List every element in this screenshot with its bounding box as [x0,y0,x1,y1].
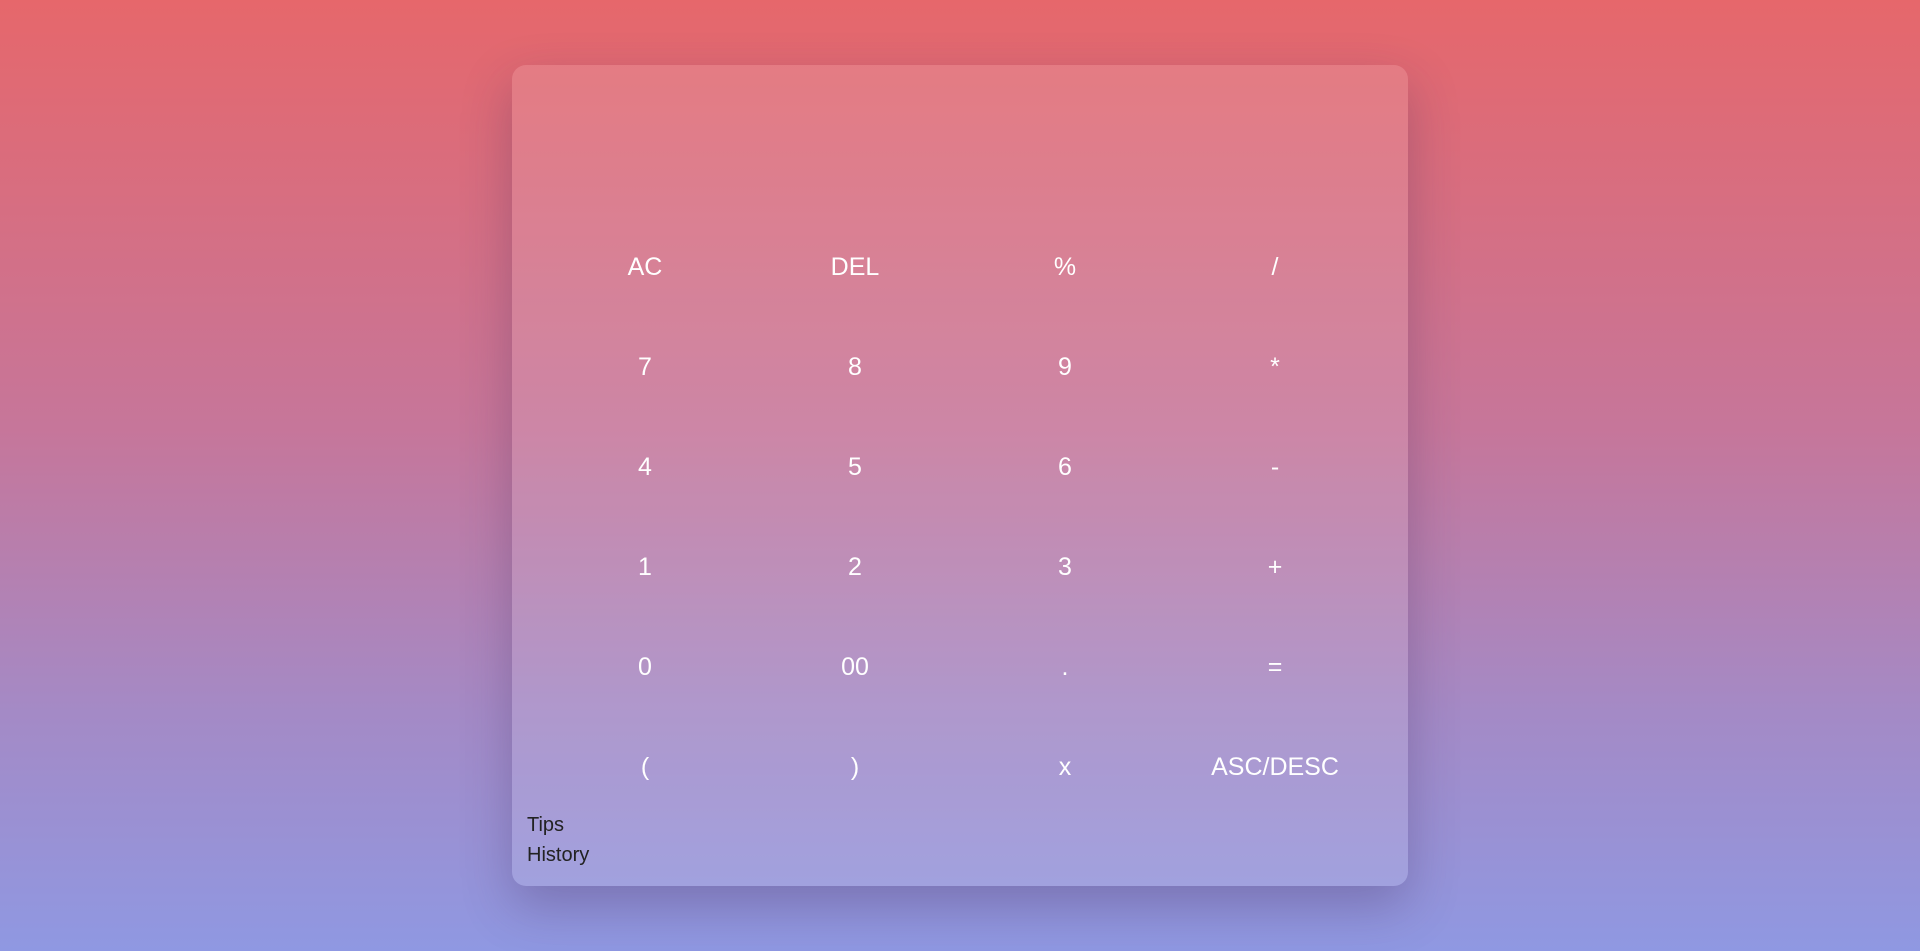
key-2-button[interactable]: 2 [750,517,960,617]
key-del-button[interactable]: DEL [750,217,960,317]
key-ac-button[interactable]: AC [540,217,750,317]
key-8-button[interactable]: 8 [750,317,960,417]
history-link[interactable]: History [527,840,589,870]
key-9-button[interactable]: 9 [960,317,1170,417]
key-00-button[interactable]: 00 [750,617,960,717]
keypad: AC DEL%/ 7 8 9 * 4 5 6- 1 2 3 +0 00. = () x ASC/DESC [540,217,1380,817]
calculator-display [540,85,1380,215]
key---button[interactable]: ( [540,717,750,817]
calculator-card: AC DEL%/ 7 8 9 * 4 5 6- 1 2 3 +0 00. = () x ASC/DESC Tips… [512,65,1408,886]
key---button[interactable]: ) [750,717,960,817]
key-3-button[interactable]: 3 [960,517,1170,617]
key-5-button[interactable]: 5 [750,417,960,517]
key-asc-desc-button[interactable]: ASC/DESC [1170,717,1380,817]
key---button[interactable]: * [1170,317,1380,417]
tips-link[interactable]: Tips [527,810,589,840]
footer-links: Tips History [527,810,589,870]
key-7-button[interactable]: 7 [540,317,750,417]
key-4-button[interactable]: 4 [540,417,750,517]
key-x-button[interactable]: x [960,717,1170,817]
key-0-button[interactable]: 0 [540,617,750,717]
key---button[interactable]: - [1170,417,1380,517]
key---button[interactable]: % [960,217,1170,317]
key-6-button[interactable]: 6 [960,417,1170,517]
key---button[interactable]: + [1170,517,1380,617]
key-1-button[interactable]: 1 [540,517,750,617]
key---button[interactable]: = [1170,617,1380,717]
key---button[interactable]: / [1170,217,1380,317]
key---button[interactable]: . [960,617,1170,717]
